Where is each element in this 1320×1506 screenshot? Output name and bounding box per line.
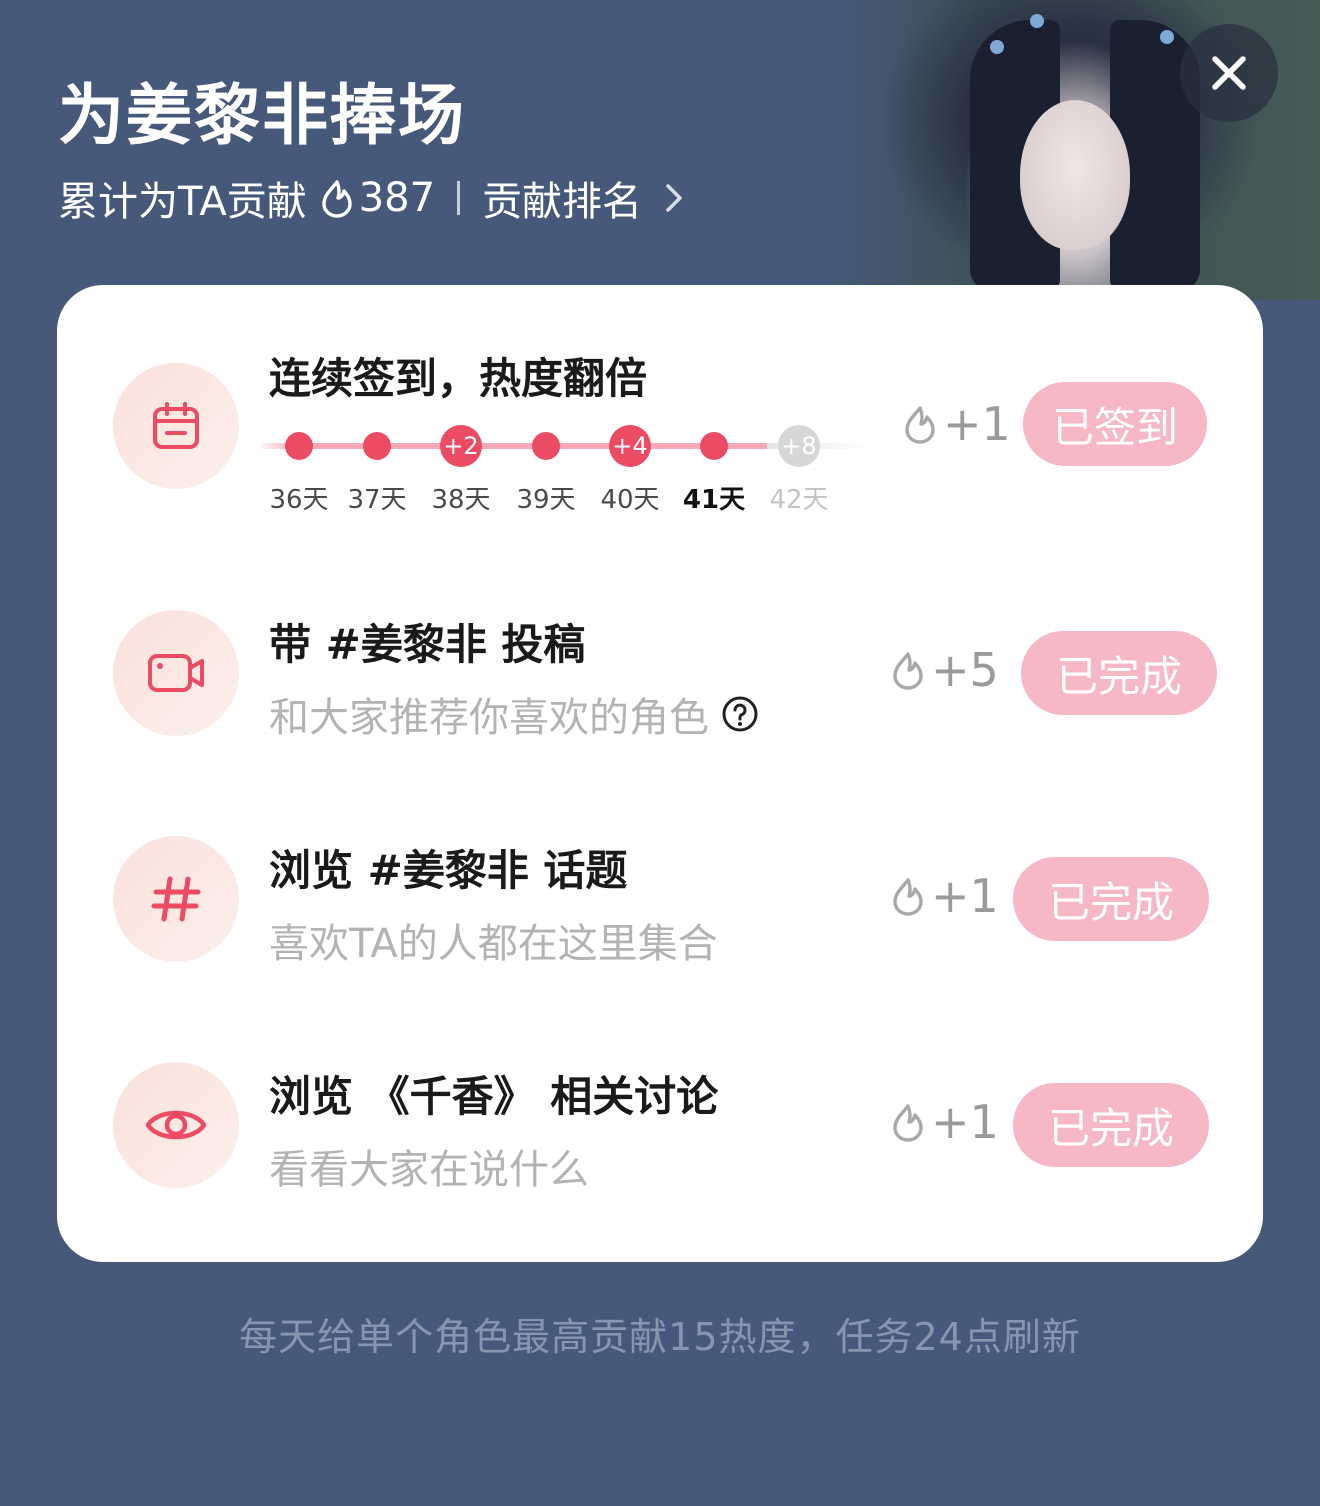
task-reward: +5	[891, 643, 999, 697]
hashtag-icon	[151, 876, 201, 922]
task-title: 浏览 《千香》 相关讨论	[269, 1072, 719, 1121]
streak-bonus: +2	[440, 425, 482, 467]
task-reward-value: +1	[943, 397, 1011, 451]
video-camera-icon	[148, 654, 204, 692]
portrait-face	[1020, 100, 1130, 250]
fire-icon	[893, 1104, 923, 1142]
video-camera-icon-badge	[113, 610, 239, 736]
contribution-summary: 累计为TA贡献 387 贡献排名	[58, 170, 686, 226]
streak-day-label: 38天	[431, 485, 491, 515]
streak-dot	[700, 432, 728, 460]
portrait-ornament	[1160, 30, 1174, 44]
task-description-text: 喜欢TA的人都在这里集合	[269, 921, 718, 967]
portrait-ornament	[990, 40, 1004, 54]
task-reward-value: +1	[931, 869, 999, 923]
fire-icon	[905, 406, 935, 444]
streak-bonus: +8	[778, 425, 820, 467]
divider	[457, 181, 461, 215]
close-icon	[1212, 56, 1246, 90]
streak-day-label: 39天	[516, 485, 576, 515]
portrait-ornament	[1030, 14, 1044, 28]
task-title: 连续签到，热度翻倍	[269, 354, 648, 403]
rank-link-label: 贡献排名	[482, 179, 643, 225]
fire-icon	[893, 652, 923, 690]
contribution-value: 387	[358, 175, 436, 221]
hashtag-icon-badge	[113, 836, 239, 962]
fire-icon	[893, 878, 923, 916]
page-title: 为姜黎非捧场	[58, 77, 466, 154]
task-reward-value: +1	[931, 1095, 999, 1149]
task-description: 喜欢TA的人都在这里集合	[269, 911, 718, 969]
footer-note: 每天给单个角色最高贡献15热度，任务24点刷新	[239, 1315, 1081, 1359]
task-description: 和大家推荐你喜欢的角色	[269, 685, 759, 743]
contribution-label: 累计为TA贡献	[58, 179, 307, 225]
streak-bonus: +4	[609, 425, 651, 467]
completed-button[interactable]: 已完成	[1013, 1083, 1209, 1167]
streak-day-label: 37天	[347, 485, 407, 515]
checkin-streak: +2 +4 +8 36天 37天 38天 39天 40天 41天 42天	[257, 421, 867, 515]
streak-dot	[363, 432, 391, 460]
streak-day-label: 41天	[682, 485, 746, 515]
close-button[interactable]	[1180, 24, 1278, 122]
task-card: 连续签到，热度翻倍 +2 +4 +8 36天 37天 38天 39天 40天 4…	[57, 285, 1263, 1262]
task-reward-value: +5	[931, 643, 999, 697]
task-title: 浏览 #姜黎非 话题	[269, 846, 628, 895]
task-title: 带 #姜黎非 投稿	[269, 620, 586, 669]
chevron-right-icon	[666, 184, 682, 212]
streak-day-label: 42天	[769, 485, 829, 515]
task-sheet: 为姜黎非捧场 累计为TA贡献 387 贡献排名 连续签到，热度翻倍 +2 +4 …	[0, 0, 1320, 1506]
calendar-icon-badge	[113, 363, 239, 489]
calendar-icon	[153, 402, 199, 449]
streak-dot	[285, 432, 313, 460]
contribution-rank-link[interactable]: 贡献排名	[482, 169, 686, 227]
completed-button[interactable]: 已完成	[1021, 631, 1217, 715]
streak-day-label: 40天	[600, 485, 660, 515]
streak-day-label: 36天	[269, 485, 329, 515]
task-reward: +1	[891, 869, 999, 923]
eye-icon	[145, 1110, 207, 1140]
task-description-text: 和大家推荐你喜欢的角色	[269, 695, 709, 741]
completed-button[interactable]: 已完成	[1013, 857, 1209, 941]
eye-icon-badge	[113, 1062, 239, 1188]
streak-dot	[532, 432, 560, 460]
task-description: 看看大家在说什么	[269, 1137, 589, 1195]
task-reward: +1	[891, 1095, 999, 1149]
help-icon[interactable]	[721, 695, 759, 733]
task-description-text: 看看大家在说什么	[269, 1147, 589, 1193]
checked-in-button[interactable]: 已签到	[1023, 382, 1207, 466]
task-reward: +1	[903, 397, 1011, 451]
fire-icon	[322, 180, 352, 218]
